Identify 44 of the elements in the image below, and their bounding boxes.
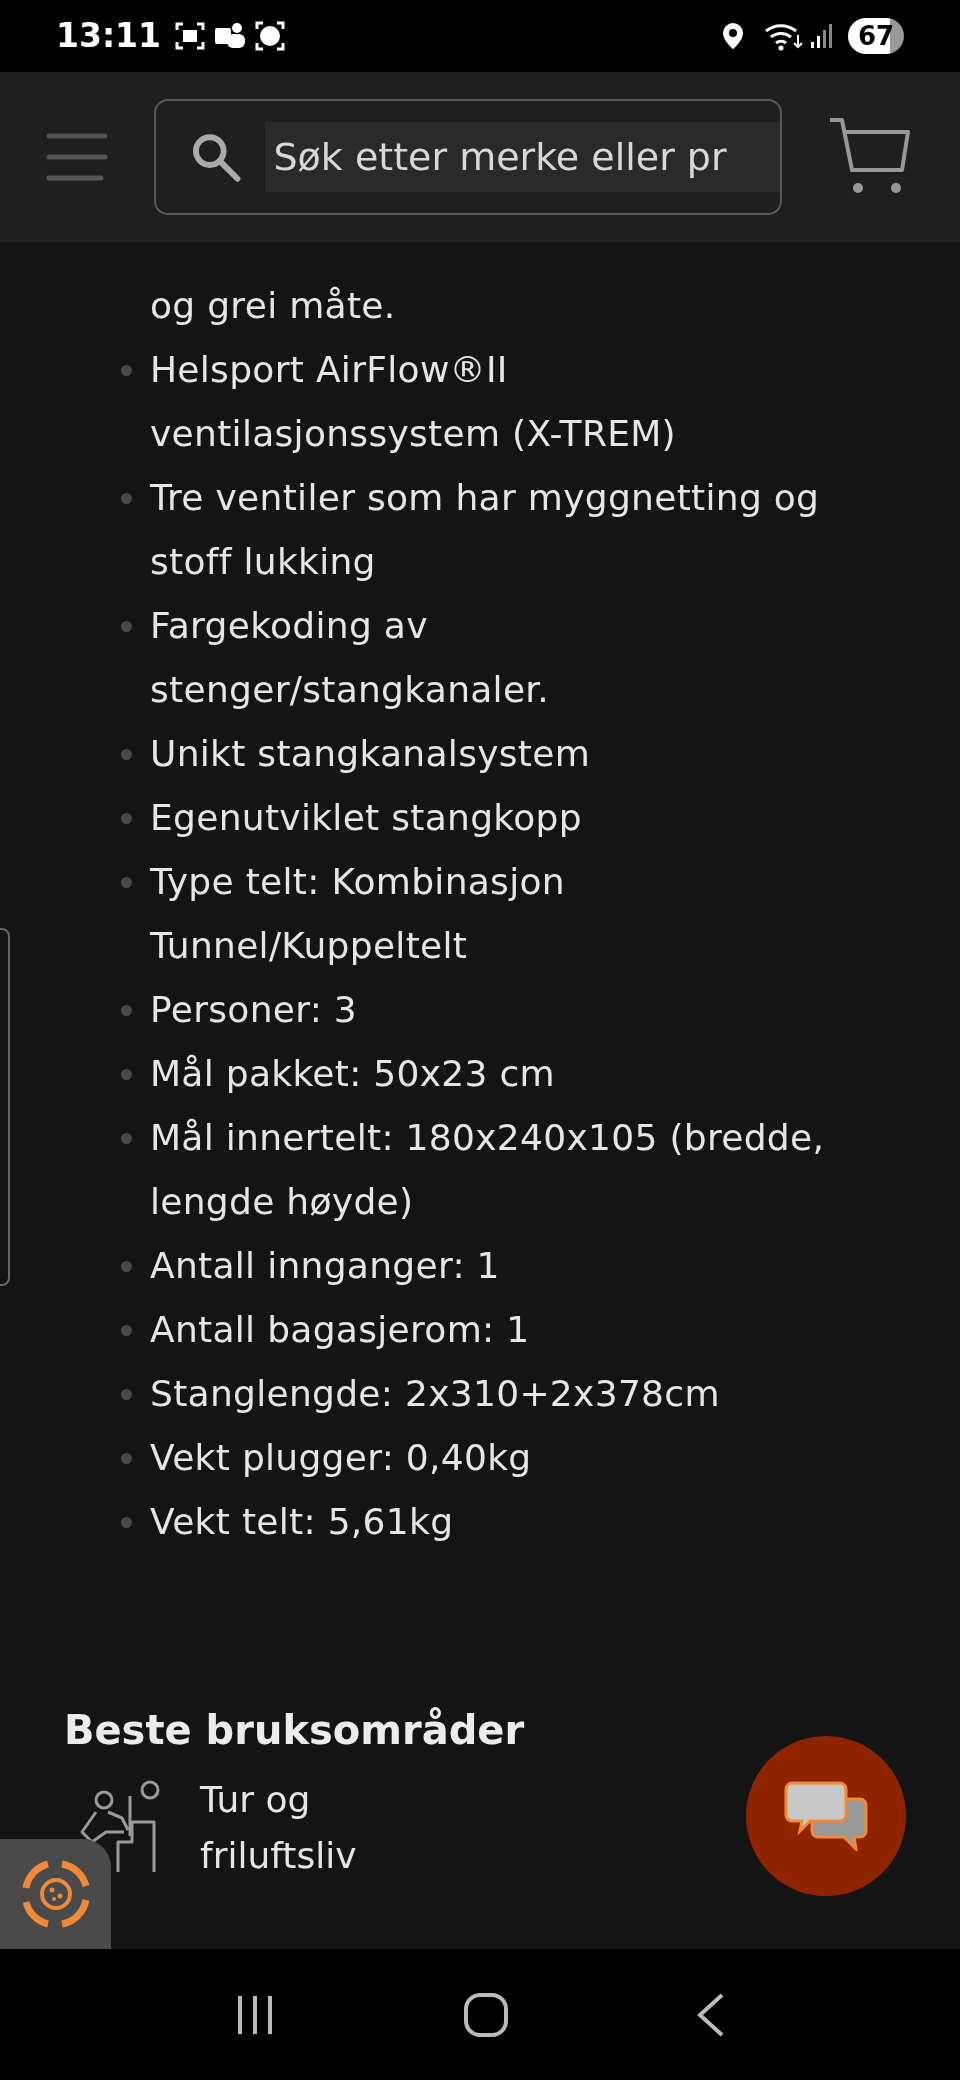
usage-label: Tur og friluftsliv <box>200 1778 357 1878</box>
feature-text: Mål pakket: 50x23 cm <box>150 1052 555 1096</box>
record-icon <box>255 21 286 51</box>
floating-widget[interactable] <box>0 1839 111 1949</box>
bullet-icon <box>121 1132 132 1144</box>
feature-text: Stanglengde: 2x310+2x378cm <box>150 1372 720 1416</box>
bullet-icon <box>121 364 132 376</box>
section-heading: Beste bruksområder <box>64 1706 526 1755</box>
bullet-icon <box>121 1388 132 1400</box>
chat-icon <box>784 1781 868 1851</box>
feature-text: Tre ventiler som har myggnetting og stoff lukking <box>150 476 820 584</box>
feature-text: Fargekoding av stenger/stangkanaler. <box>150 604 549 712</box>
search-icon <box>190 131 242 183</box>
feature-text: Vekt telt: 5,61kg <box>150 1500 454 1544</box>
bullet-icon <box>121 1452 132 1464</box>
feature-text: Unikt stangkanalsystem <box>150 732 591 776</box>
feature-text: Helsport AirFlow®II ventilasjonssystem (X-TREM) <box>150 348 676 456</box>
bullet-icon <box>121 492 132 504</box>
bullet-icon <box>121 1004 132 1016</box>
feature-text: Mål innertelt: 180x240x105 (bredde, lengde høyde) <box>150 1116 825 1224</box>
feature-text: Vekt plugger: 0,40kg <box>150 1436 532 1480</box>
feature-text: Personer: 3 <box>150 988 358 1032</box>
bullet-icon <box>121 1324 132 1336</box>
feature-text: og grei måte. <box>150 284 396 328</box>
bullet-icon <box>121 1516 132 1528</box>
feature-text: Egenutviklet stangkopp <box>150 796 582 840</box>
screenshot-icon <box>175 22 206 50</box>
location-icon <box>722 22 744 50</box>
search-field[interactable]: Søk etter merke eller pr <box>154 99 782 215</box>
bullet-icon <box>121 748 132 760</box>
feature-text: Antall bagasjerom: 1 <box>150 1308 530 1352</box>
bullet-icon <box>121 876 132 888</box>
bullet-icon <box>121 1260 132 1272</box>
signal-icon <box>810 22 834 50</box>
feature-text: Type telt: Kombinasjon Tunnel/Kuppeltelt <box>150 860 565 968</box>
feature-text: Antall innganger: 1 <box>150 1244 500 1288</box>
side-tab[interactable] <box>0 928 10 1286</box>
bullet-icon <box>121 812 132 824</box>
bullet-icon <box>121 620 132 632</box>
battery-indicator: 67 <box>848 18 904 54</box>
status-time: 13:11 <box>56 15 162 58</box>
bullet-icon <box>121 1068 132 1080</box>
home-icon[interactable] <box>463 1991 509 2038</box>
wifi-icon <box>764 21 804 51</box>
